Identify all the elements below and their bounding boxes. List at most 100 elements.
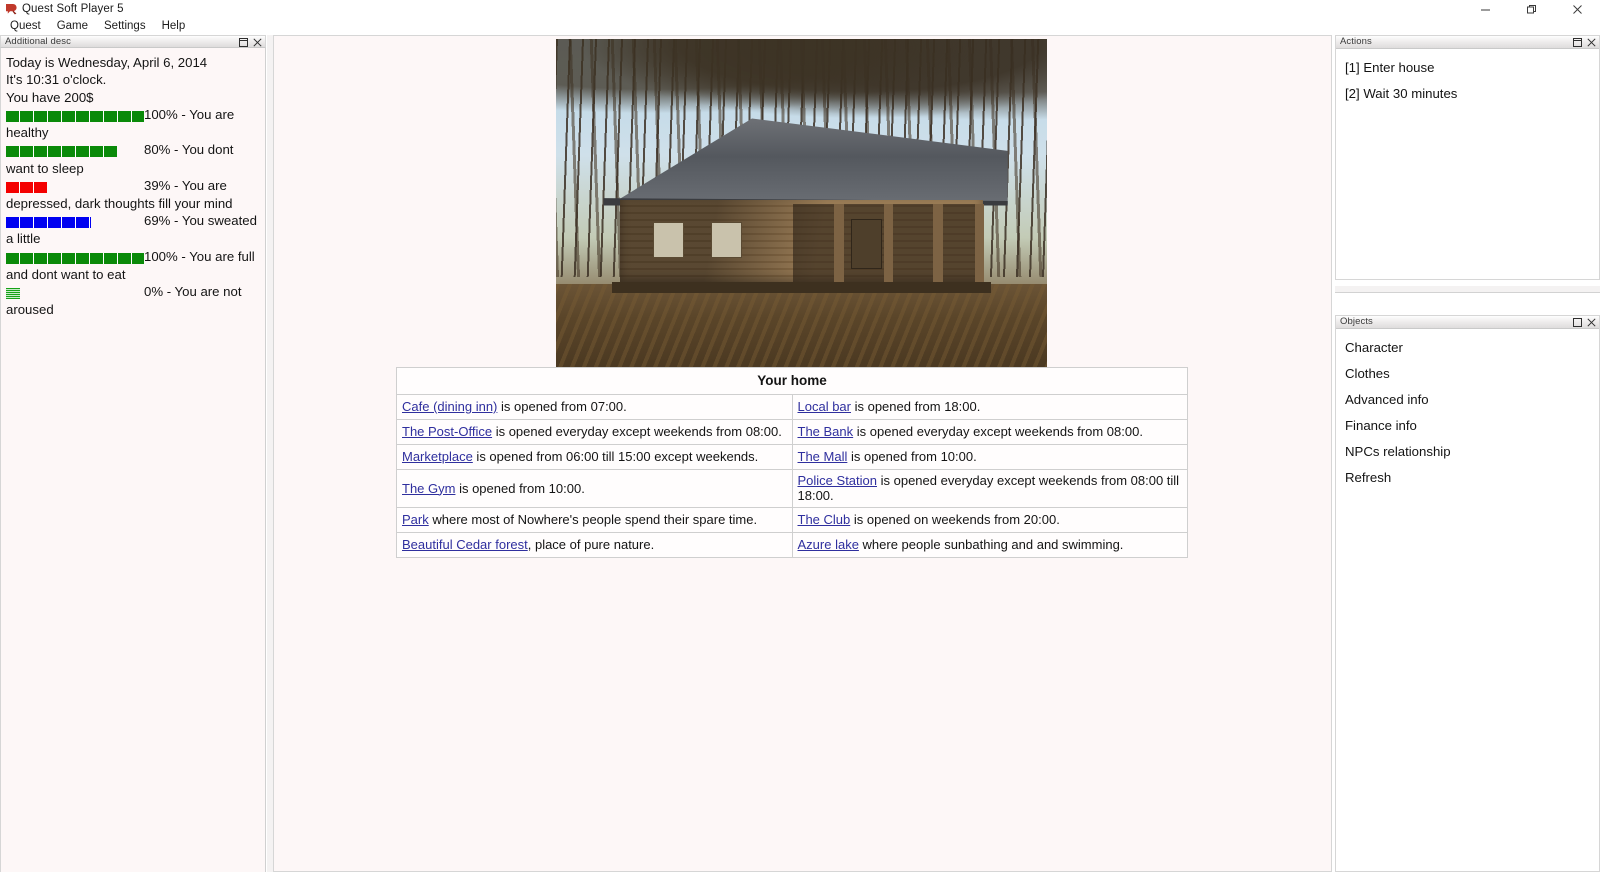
window-controls [1462, 0, 1600, 18]
cabin-illustration [595, 118, 1008, 303]
action-item-1[interactable]: [1] Enter house [1336, 55, 1599, 81]
cell-mall: The Mall is opened from 10:00. [791, 444, 1188, 470]
objects-body: Character Clothes Advanced info Finance … [1336, 329, 1599, 871]
table-row: The Gym is opened from 10:00. Police Sta… [396, 469, 1188, 508]
menu-settings[interactable]: Settings [96, 18, 154, 35]
main-view: Your home Cafe (dining inn) is opened fr… [273, 35, 1332, 872]
health-bar [6, 110, 144, 122]
hunger-bar [6, 252, 144, 264]
title-bar: Quest Soft Player 5 [0, 0, 1600, 18]
table-row: Cafe (dining inn) is opened from 07:00. … [396, 394, 1188, 420]
cell-police-station: Police Station is opened everyday except… [791, 469, 1188, 508]
link-mall[interactable]: The Mall [798, 449, 848, 464]
window-title: Quest Soft Player 5 [22, 3, 124, 15]
link-azure-lake[interactable]: Azure lake [798, 537, 859, 552]
link-bank[interactable]: The Bank [798, 424, 854, 439]
link-club[interactable]: The Club [798, 512, 851, 527]
link-cafe[interactable]: Cafe (dining inn) [402, 399, 497, 414]
money-line: You have 200$ [6, 89, 94, 105]
link-police-station[interactable]: Police Station [798, 473, 878, 488]
additional-desc-body: Today is Wednesday, April 6, 2014 It's 1… [0, 48, 266, 872]
stat-health: 100% - You are healthy [6, 106, 257, 141]
cell-marketplace: Marketplace is opened from 06:00 till 15… [396, 444, 793, 470]
float-icon[interactable] [1573, 318, 1582, 327]
stat-mood: 39% - You are depressed, dark thoughts f… [6, 177, 257, 212]
cell-bank: The Bank is opened everyday except weeke… [791, 419, 1188, 445]
page-title: Your home [396, 367, 1188, 395]
text-mall: is opened from 10:00. [847, 449, 977, 464]
close-icon[interactable] [253, 38, 262, 47]
menu-help[interactable]: Help [154, 18, 194, 35]
actions-panel: Actions [1] Enter house [2] Wait 30 minu… [1335, 35, 1600, 280]
cell-cafe: Cafe (dining inn) is opened from 07:00. [396, 394, 793, 420]
object-item-refresh[interactable]: Refresh [1336, 465, 1599, 491]
link-local-bar[interactable]: Local bar [798, 399, 851, 414]
link-post-office[interactable]: The Post-Office [402, 424, 492, 439]
table-row: The Post-Office is opened everyday excep… [396, 419, 1188, 445]
cell-cedar-forest: Beautiful Cedar forest, place of pure na… [396, 532, 793, 558]
cell-post-office: The Post-Office is opened everyday excep… [396, 419, 793, 445]
stat-sleep: 80% - You dont want to sleep [6, 141, 257, 176]
object-item-advanced-info[interactable]: Advanced info [1336, 387, 1599, 413]
objects-panel: Objects Character Clothes Advanced info … [1335, 315, 1600, 872]
location-image [556, 39, 1047, 370]
close-icon[interactable] [1587, 318, 1596, 327]
object-item-character[interactable]: Character [1336, 335, 1599, 361]
status-text-block: Today is Wednesday, April 6, 2014 It's 1… [1, 48, 265, 319]
minimize-button[interactable] [1462, 0, 1508, 18]
stat-hunger: 100% - You are full and dont want to eat [6, 248, 257, 283]
stat-hygiene: 69% - You sweated a little [6, 212, 257, 247]
text-post-office: is opened everyday except weekends from … [492, 424, 782, 439]
actions-body: [1] Enter house [2] Wait 30 minutes [1336, 49, 1599, 279]
action-item-2[interactable]: [2] Wait 30 minutes [1336, 81, 1599, 107]
actions-caption-text: Actions [1340, 36, 1372, 47]
menu-game[interactable]: Game [49, 18, 96, 35]
objects-caption-text: Objects [1340, 316, 1373, 327]
table-row: Marketplace is opened from 06:00 till 15… [396, 444, 1188, 470]
text-gym: is opened from 10:00. [455, 480, 585, 496]
object-item-clothes[interactable]: Clothes [1336, 361, 1599, 387]
object-item-npcs[interactable]: NPCs relationship [1336, 439, 1599, 465]
maximize-button[interactable] [1508, 0, 1554, 18]
additional-desc-panel: Additional desc Today is Wednesday, Apri… [0, 35, 266, 872]
link-cedar-forest[interactable]: Beautiful Cedar forest [402, 537, 528, 552]
actions-caption-buttons [1573, 36, 1596, 49]
locations-table: Your home Cafe (dining inn) is opened fr… [396, 367, 1188, 558]
link-gym[interactable]: The Gym [402, 481, 455, 496]
text-marketplace: is opened from 06:00 till 15:00 except w… [472, 449, 759, 464]
close-icon[interactable] [1587, 38, 1596, 47]
objects-caption-buttons [1573, 316, 1596, 329]
link-marketplace[interactable]: Marketplace [402, 449, 473, 464]
text-azure-lake: where people sunbathing and and swimming… [858, 537, 1124, 552]
additional-desc-caption: Additional desc [0, 35, 266, 48]
time-line: It's 10:31 o'clock. [6, 72, 107, 88]
cell-club: The Club is opened on weekends from 20:0… [791, 507, 1188, 533]
cell-park: Park where most of Nowhere's people spen… [396, 507, 793, 533]
object-item-finance-info[interactable]: Finance info [1336, 413, 1599, 439]
text-bank: is opened everyday except weekends from … [853, 424, 1143, 439]
dock-splitter[interactable] [1335, 280, 1600, 315]
text-local-bar: is opened from 18:00. [850, 399, 981, 414]
objects-caption: Objects [1336, 316, 1599, 329]
table-row: Beautiful Cedar forest, place of pure na… [396, 532, 1188, 558]
actions-list: [1] Enter house [2] Wait 30 minutes [1336, 49, 1599, 107]
float-icon[interactable] [239, 38, 248, 47]
sleep-bar [6, 146, 117, 158]
mood-bar [6, 181, 47, 193]
actions-caption: Actions [1336, 36, 1599, 49]
application-window: Quest Soft Player 5 Quest Game Settings … [0, 0, 1600, 872]
objects-list: Character Clothes Advanced info Finance … [1336, 329, 1599, 491]
menu-quest[interactable]: Quest [2, 18, 49, 35]
float-icon[interactable] [1573, 38, 1582, 47]
text-club: is opened on weekends from 20:00. [850, 512, 1060, 527]
text-cafe: is opened from 07:00. [497, 399, 627, 414]
arousal-bar [6, 288, 20, 300]
table-row: Park where most of Nowhere's people spen… [396, 507, 1188, 533]
panel-caption-text: Additional desc [5, 35, 71, 47]
cell-azure-lake: Azure lake where people sunbathing and a… [791, 532, 1188, 558]
table-title-row: Your home [396, 367, 1188, 395]
close-button[interactable] [1554, 0, 1600, 18]
hygiene-bar [6, 217, 91, 229]
app-icon [4, 2, 18, 16]
link-park[interactable]: Park [402, 512, 429, 527]
